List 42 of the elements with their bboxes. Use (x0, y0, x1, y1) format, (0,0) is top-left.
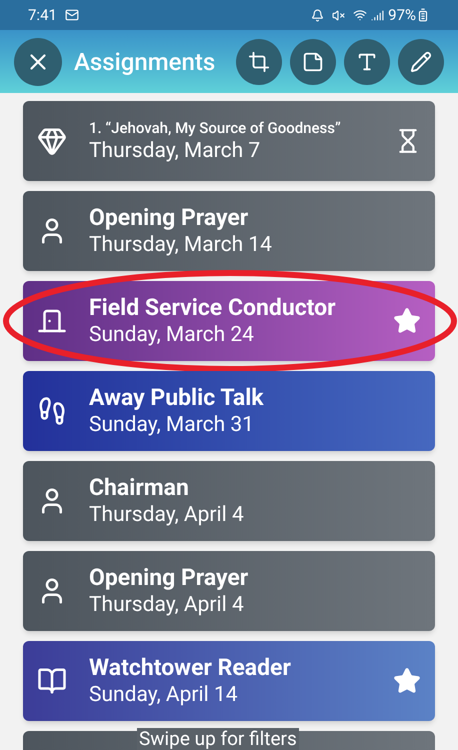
app-title: Assignments (74, 46, 216, 78)
assignment-title: Opening Prayer (89, 204, 250, 232)
assignment-date: Sunday, March 31 (89, 412, 255, 438)
close-button[interactable] (14, 38, 62, 86)
assignment-card[interactable]: Chairman Thursday, April 4 (23, 461, 435, 541)
assignment-card[interactable]: Opening Prayer Thursday, March 14 (23, 191, 435, 271)
crop-button[interactable] (236, 38, 282, 84)
assignment-title: Chairman (89, 474, 190, 502)
signal-icon (371, 8, 384, 22)
assignment-date: Thursday, March 14 (89, 232, 273, 258)
alarm-icon (311, 8, 324, 22)
assignment-card[interactable]: Opening Prayer Thursday, April 4 (23, 551, 435, 631)
battery-icon (416, 8, 430, 22)
assignment-card[interactable]: Away Public Talk Sunday, March 31 (23, 371, 435, 451)
assignment-date: Thursday, April 4 (89, 592, 245, 618)
wifi-icon (353, 8, 368, 22)
footprints-icon (37, 396, 67, 426)
assignment-title: Away Public Talk (89, 384, 265, 412)
pencil-icon (410, 50, 432, 72)
text-tool-button[interactable] (344, 38, 390, 84)
assignment-date: Thursday, April 4 (89, 502, 245, 528)
assignment-title: Watchtower Reader (89, 654, 292, 682)
assignment-card[interactable]: 1. “Jehovah, My Source of Goodness” Thursday, March 7 (23, 101, 435, 181)
assignment-card[interactable]: Watchtower Reader Sunday, April 14 (23, 641, 435, 721)
pen-button[interactable] (398, 38, 444, 84)
mail-icon (64, 8, 79, 22)
assignment-date: Sunday, March 24 (89, 322, 255, 348)
battery-percent: 97% (388, 4, 416, 26)
gem-icon (37, 126, 67, 156)
assignment-date: Sunday, April 14 (89, 682, 239, 708)
assignment-title: Field Service Conductor (89, 294, 337, 322)
sticker-icon (302, 50, 324, 72)
assignment-date: Thursday, March 7 (89, 138, 262, 164)
book-icon (37, 666, 67, 696)
crop-icon (248, 50, 270, 72)
mute-icon (332, 8, 346, 22)
swipe-hint-toast: Swipe up for filters (137, 728, 299, 750)
status-time: 7:41 (28, 4, 57, 26)
sticker-button[interactable] (290, 38, 336, 84)
assignment-title: 1. “Jehovah, My Source of Goodness” (89, 118, 342, 138)
assignment-card[interactable]: Field Service Conductor Sunday, March 24 (23, 281, 435, 361)
assignment-title: Opening Prayer (89, 564, 250, 592)
